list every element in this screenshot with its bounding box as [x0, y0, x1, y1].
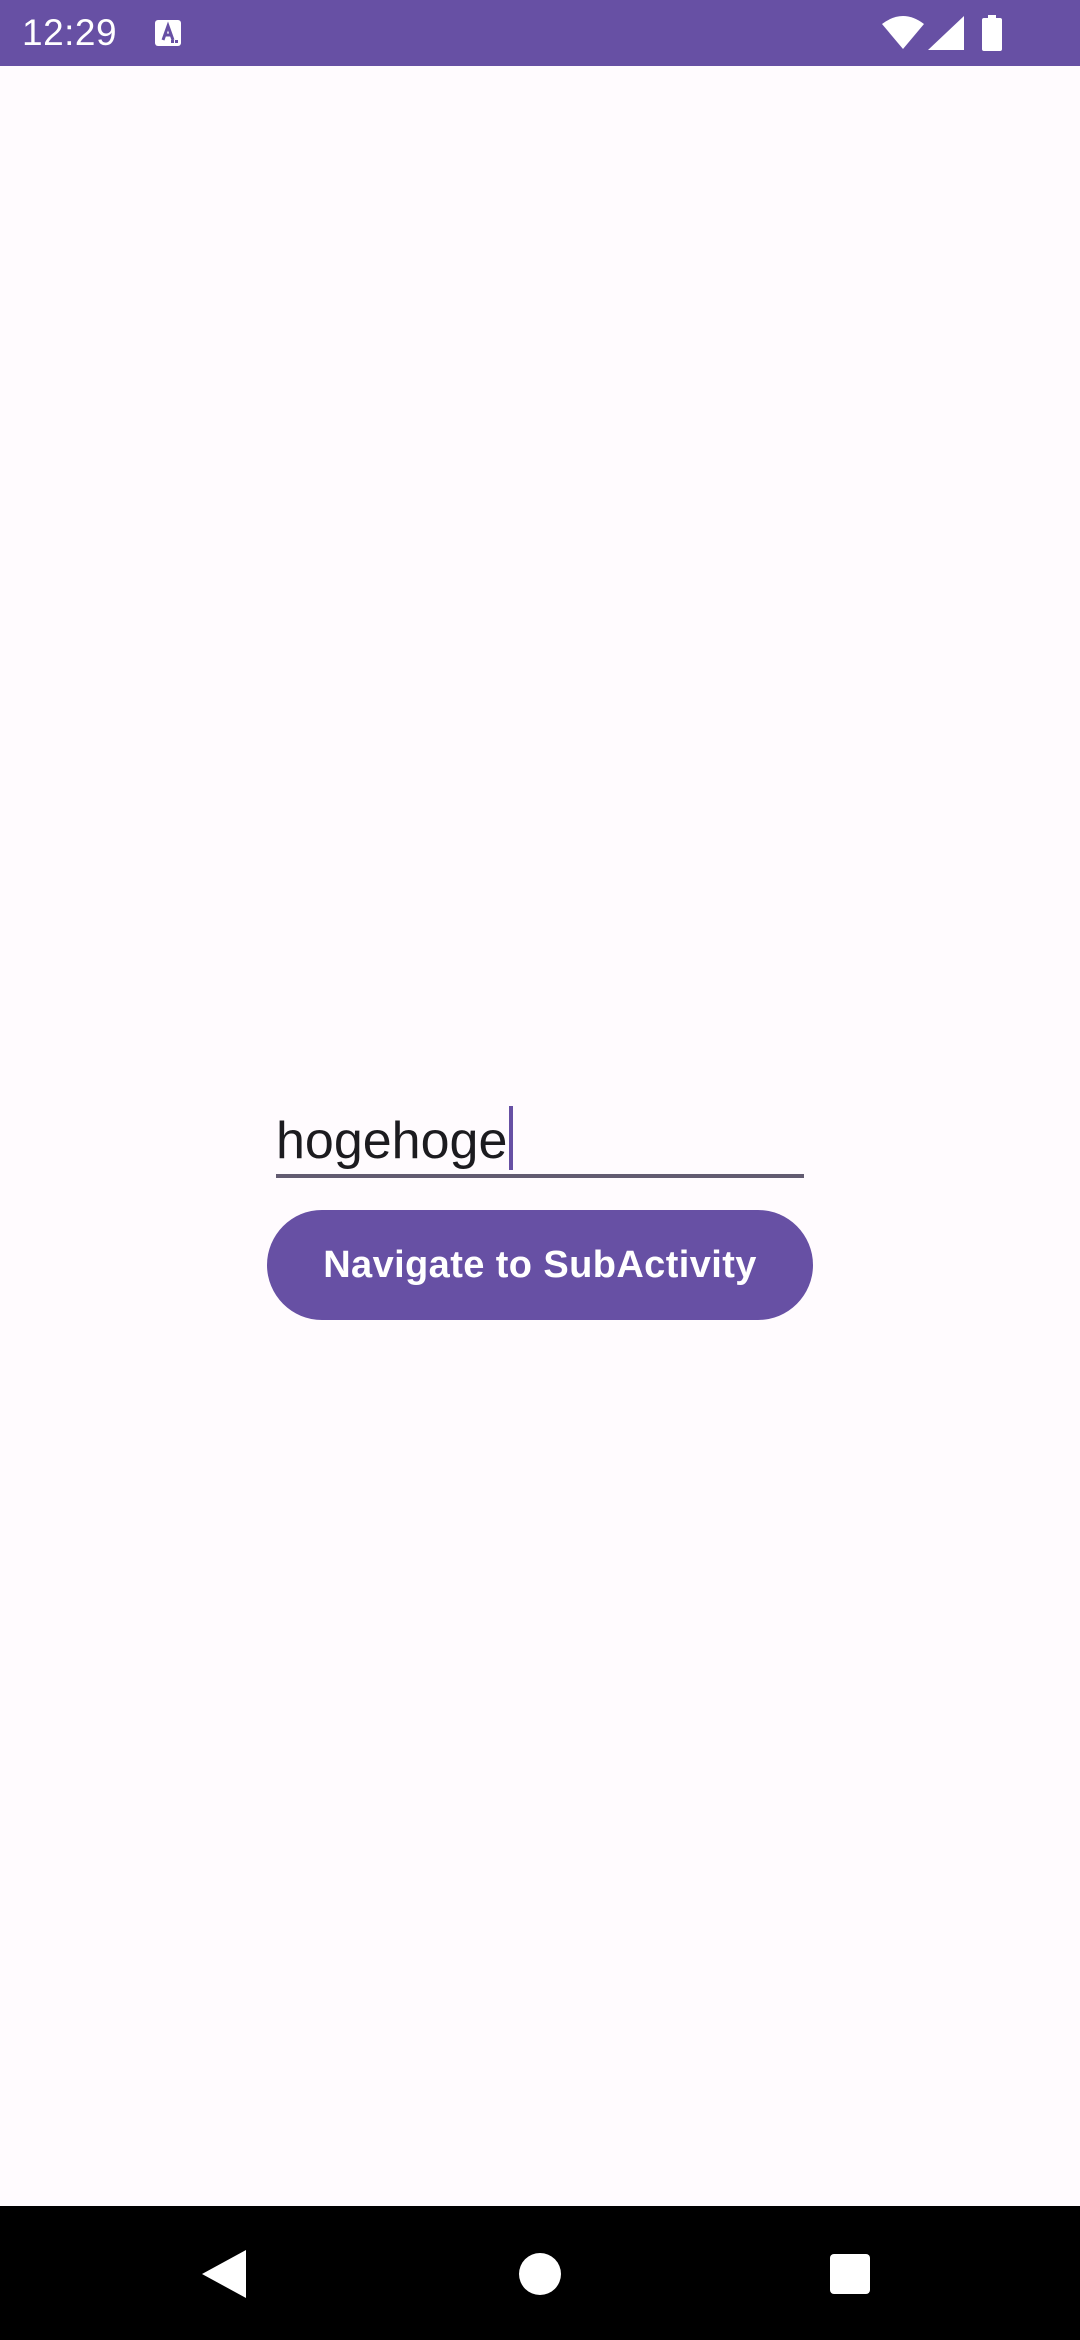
text-cursor: [509, 1106, 514, 1170]
battery-icon: [982, 15, 1002, 51]
home-icon[interactable]: [518, 2252, 562, 2296]
navigate-to-subactivity-button[interactable]: Navigate to SubActivity: [267, 1210, 813, 1320]
signal-icon: [928, 16, 964, 50]
text-input-value[interactable]: hogehoge: [276, 1106, 514, 1171]
status-bar: 12:29: [0, 0, 1080, 66]
recents-icon[interactable]: [830, 2254, 870, 2294]
system-navigation-bar: [0, 2206, 1080, 2340]
text-input-text[interactable]: hogehoge: [276, 1112, 507, 1170]
text-input-field[interactable]: hogehoge: [276, 1096, 804, 1178]
back-icon[interactable]: [202, 2250, 246, 2298]
wifi-icon: [882, 16, 924, 49]
status-time: 12:29: [22, 12, 118, 53]
font-keyboard-icon: [155, 20, 181, 46]
text-field-underline: [276, 1174, 804, 1178]
